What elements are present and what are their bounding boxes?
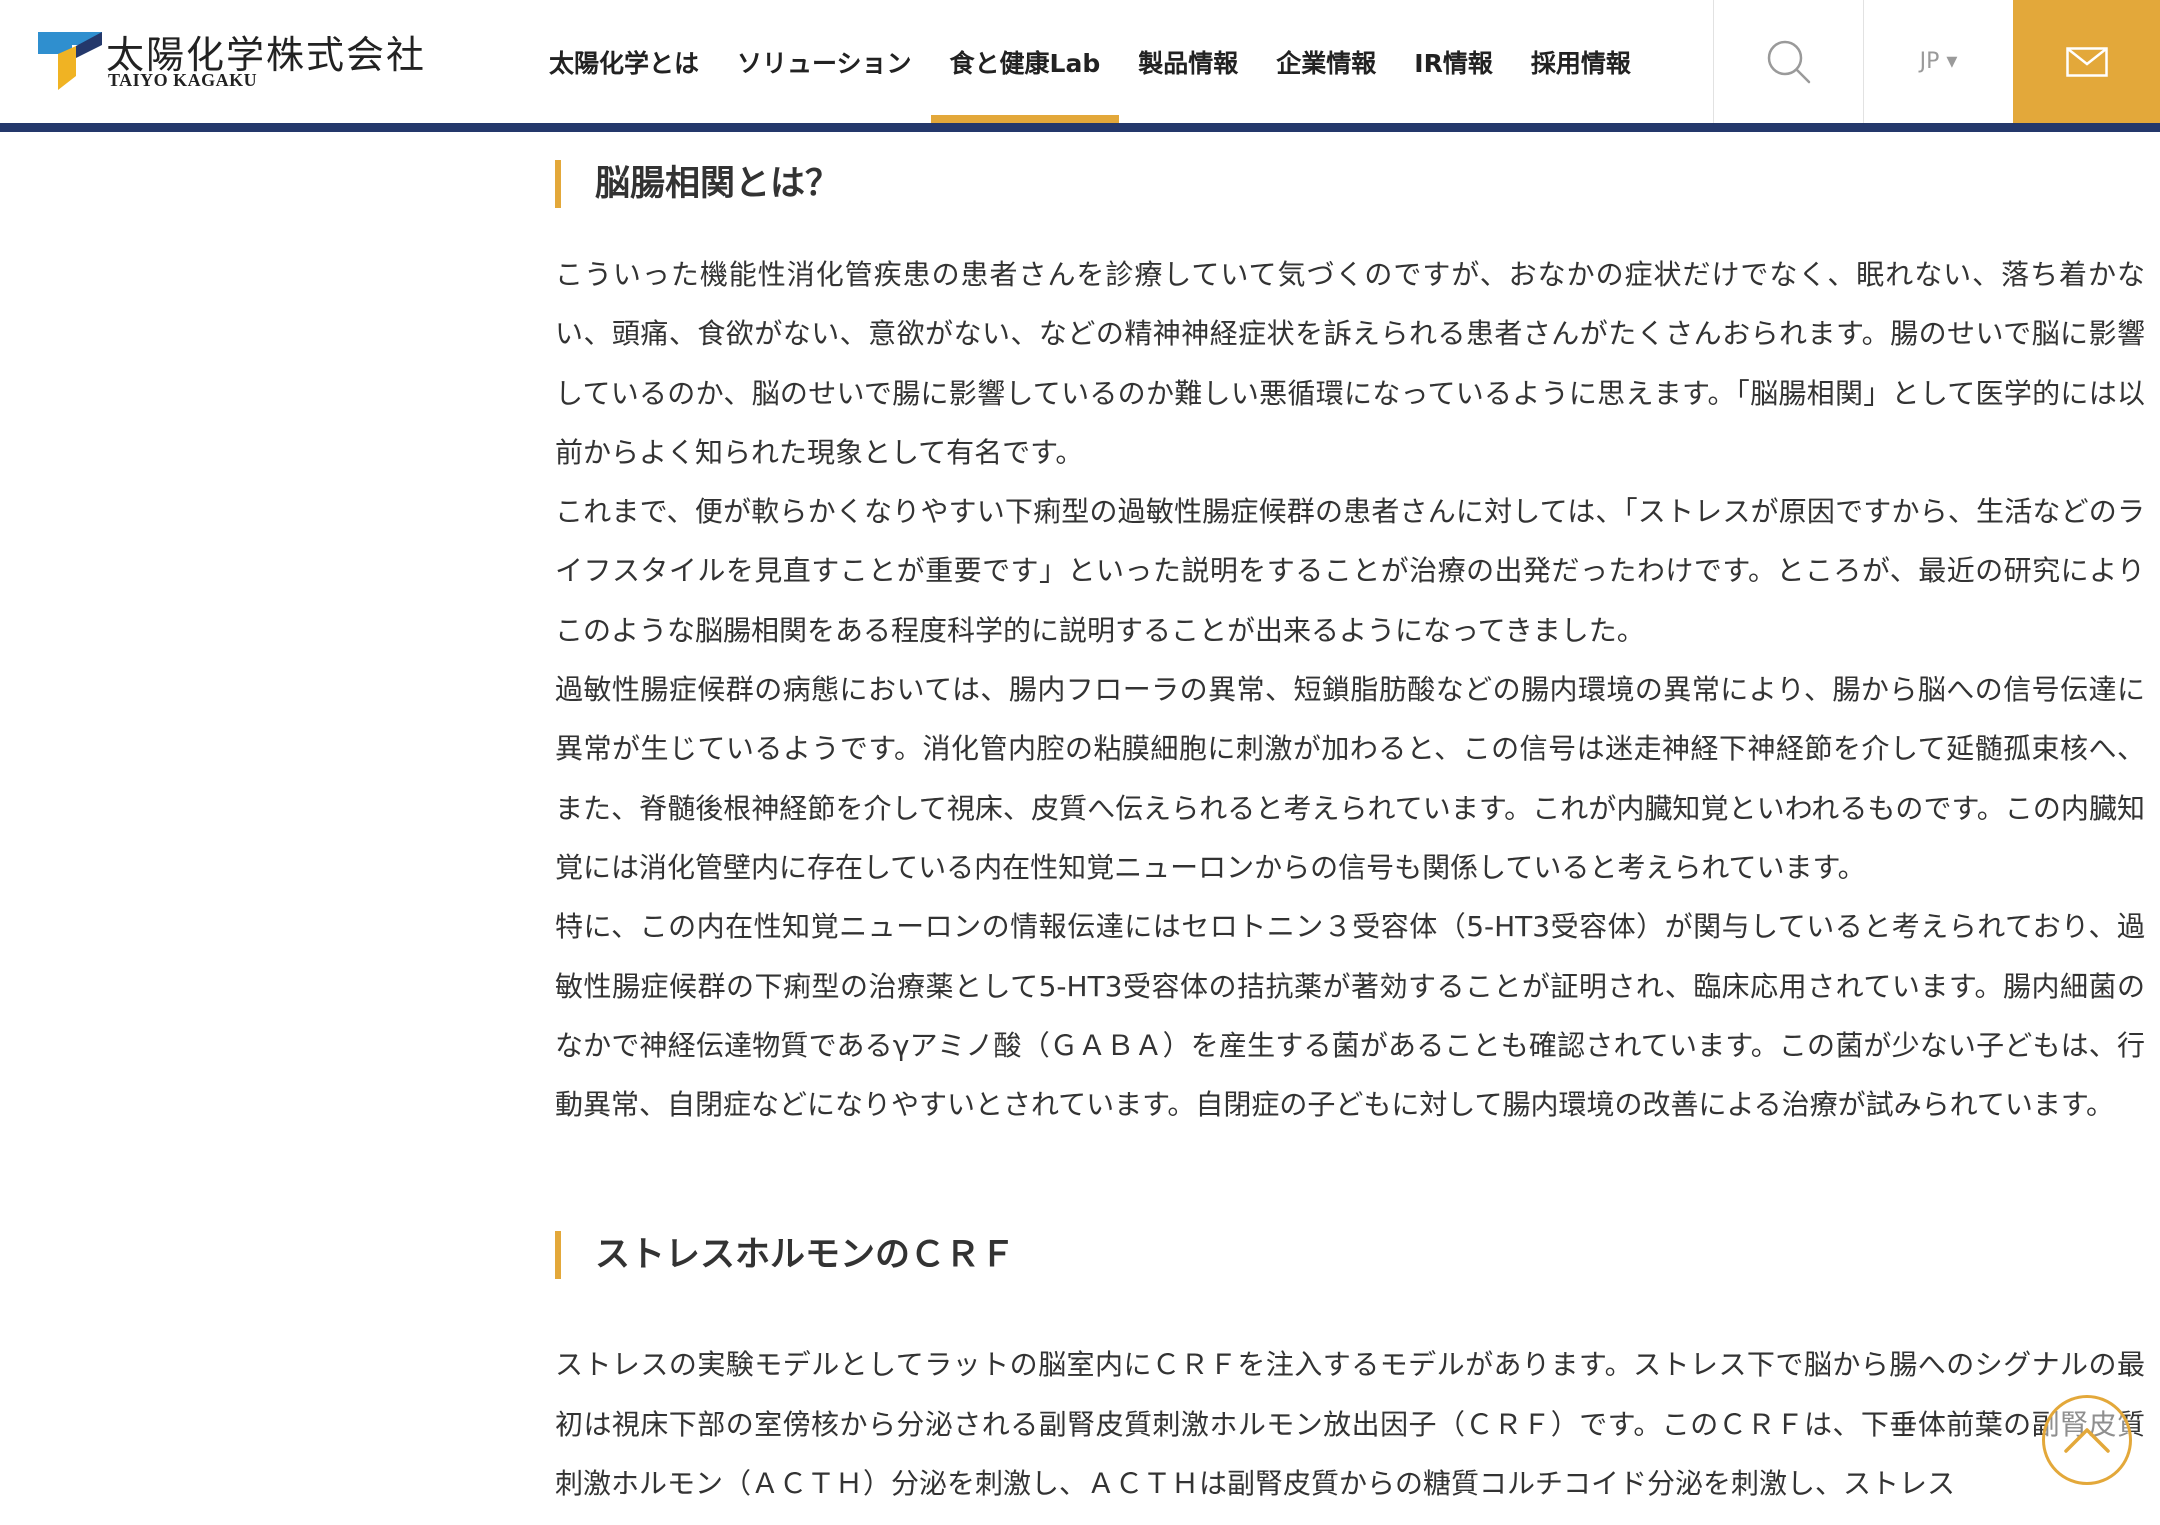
nav-item-food-health-lab[interactable]: 食と健康Lab: [930, 0, 1120, 123]
page-top-button[interactable]: [2042, 1395, 2132, 1485]
site-logo[interactable]: 太陽化学株式会社 TAIYO KAGAKU: [38, 26, 438, 94]
nav-item-products[interactable]: 製品情報: [1119, 0, 1257, 123]
article-body: 脳腸相関とは？ こういった機能性消化管疾患の患者さんを診療していて気づくのですが…: [555, 160, 2145, 1513]
paragraph: これまで、便が軟らかくなりやすい下痢型の過敏性腸症候群の患者さんに対しては、「ス…: [555, 495, 2145, 647]
logo-english-text: TAIYO KAGAKU: [108, 70, 258, 90]
search-icon: [1767, 40, 1810, 83]
chevron-up-icon: [2064, 1428, 2110, 1453]
paragraph: 特に、この内在性知覚ニューロンの情報伝達にはセロトニン３受容体（5-HT3受容体…: [555, 910, 2145, 1122]
nav-item-recruit[interactable]: 採用情報: [1512, 0, 1650, 123]
language-label: JP ▾: [1919, 49, 1958, 74]
mail-icon: [2065, 46, 2108, 77]
logo-mark-icon: [38, 32, 102, 90]
nav-item-about[interactable]: 太陽化学とは: [530, 0, 718, 123]
section-body-stress-hormone: ストレスの実験モデルとしてラットの脳室内にＣＲＦを注入するモデルがあります。スト…: [555, 1335, 2145, 1513]
section-heading-brain-gut: 脳腸相関とは？: [555, 160, 2145, 208]
paragraph: こういった機能性消化管疾患の患者さんを診療していて気づくのですが、おなかの症状だ…: [555, 258, 2145, 469]
nav-item-solutions[interactable]: ソリューション: [718, 0, 931, 123]
section-heading-stress-hormone: ストレスホルモンのＣＲＦ: [555, 1231, 2145, 1280]
nav-item-ir[interactable]: IR情報: [1395, 0, 1512, 123]
search-button[interactable]: [1713, 0, 1863, 123]
language-selector[interactable]: JP ▾: [1863, 0, 2013, 123]
global-nav: 太陽化学とは ソリューション 食と健康Lab 製品情報 企業情報 IR情報 採用…: [530, 0, 1650, 123]
contact-button[interactable]: [2013, 0, 2160, 123]
paragraph: ストレスの実験モデルとしてラットの脳室内にＣＲＦを注入するモデルがあります。スト…: [555, 1348, 2145, 1501]
nav-item-company[interactable]: 企業情報: [1257, 0, 1395, 123]
section-body-brain-gut: こういった機能性消化管疾患の患者さんを診療していて気づくのですが、おなかの症状だ…: [555, 245, 2145, 1134]
site-header: 太陽化学株式会社 TAIYO KAGAKU 太陽化学とは ソリューション 食と健…: [0, 0, 2160, 132]
paragraph: 過敏性腸症候群の病態においては、腸内フローラの異常、短鎖脂肪酸などの腸内環境の異…: [555, 673, 2145, 884]
